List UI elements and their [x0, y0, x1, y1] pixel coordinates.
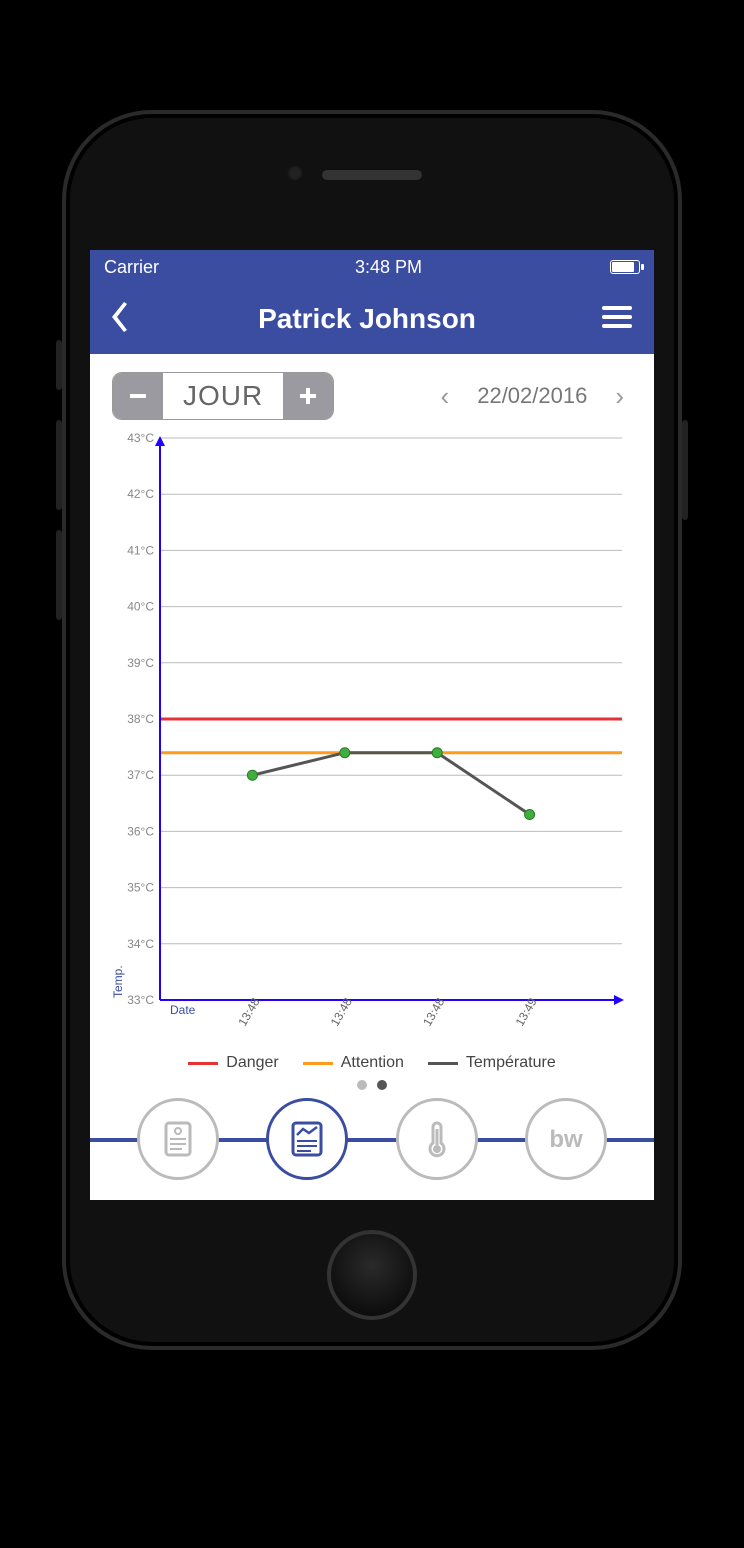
legend-swatch-danger [188, 1062, 218, 1065]
nav-bar: Patrick Johnson [90, 284, 654, 354]
phone-mute-switch [56, 340, 62, 390]
tab-thermometer[interactable] [396, 1098, 478, 1180]
svg-text:41°C: 41°C [127, 543, 154, 557]
page-dot-0[interactable] [357, 1080, 367, 1090]
svg-text:42°C: 42°C [127, 487, 154, 501]
status-bar: Carrier 3:48 PM [90, 250, 654, 284]
legend-label-danger: Danger [226, 1054, 278, 1072]
tab-profile[interactable] [137, 1098, 219, 1180]
page-title: Patrick Johnson [258, 303, 476, 335]
phone-camera [287, 165, 303, 181]
stage: Carrier 3:48 PM Patrick Johnson [0, 0, 744, 1548]
date-next-button[interactable]: › [607, 375, 632, 418]
home-button[interactable] [327, 1230, 417, 1320]
phone-vol-up [56, 420, 62, 510]
svg-text:Temp.: Temp. [111, 965, 125, 998]
date-label: 22/02/2016 [477, 383, 587, 409]
tab-chart[interactable] [266, 1098, 348, 1180]
svg-text:40°C: 40°C [127, 600, 154, 614]
tab-bar: bw [90, 1090, 654, 1200]
clock-label: 3:48 PM [355, 257, 422, 278]
range-selector: JOUR [112, 372, 334, 420]
range-minus-button[interactable] [113, 373, 163, 419]
screen: Carrier 3:48 PM Patrick Johnson [90, 250, 654, 1200]
svg-text:37°C: 37°C [127, 768, 154, 782]
battery-icon [610, 260, 640, 274]
temperature-chart[interactable]: 33°C 34°C 35°C 36°C 37°C 38°C 39°C 40°C 41°C 42°C… [110, 430, 634, 1050]
svg-text:39°C: 39°C [127, 656, 154, 670]
controls-row: JOUR ‹ 22/02/2016 › [90, 354, 654, 430]
phone-frame: Carrier 3:48 PM Patrick Johnson [62, 110, 682, 1350]
tab-bw[interactable]: bw [525, 1098, 607, 1180]
legend-item-temperature: Température [428, 1054, 556, 1072]
menu-button[interactable] [602, 306, 632, 333]
page-dot-1[interactable] [377, 1080, 387, 1090]
legend-item-danger: Danger [188, 1054, 278, 1072]
svg-text:43°C: 43°C [127, 431, 154, 445]
legend-label-attention: Attention [341, 1054, 404, 1072]
phone-speaker [322, 170, 422, 180]
phone-power [682, 420, 688, 520]
legend-swatch-attention [303, 1062, 333, 1065]
svg-text:33°C: 33°C [127, 993, 154, 1007]
chart-container: 33°C 34°C 35°C 36°C 37°C 38°C 39°C 40°C 41°C 42°C… [90, 430, 654, 1096]
svg-text:bw: bw [549, 1126, 583, 1153]
range-plus-button[interactable] [283, 373, 333, 419]
phone-vol-down [56, 530, 62, 620]
legend-swatch-temperature [428, 1062, 458, 1065]
range-label: JOUR [163, 380, 283, 412]
date-prev-button[interactable]: ‹ [433, 375, 458, 418]
carrier-label: Carrier [104, 257, 159, 278]
chart-legend: Danger Attention Température [110, 1054, 634, 1072]
svg-text:38°C: 38°C [127, 712, 154, 726]
back-button[interactable] [112, 302, 132, 337]
legend-label-temperature: Température [466, 1054, 556, 1072]
svg-text:Date: Date [170, 1003, 196, 1017]
svg-text:36°C: 36°C [127, 824, 154, 838]
legend-item-attention: Attention [303, 1054, 404, 1072]
svg-text:35°C: 35°C [127, 881, 154, 895]
date-nav: ‹ 22/02/2016 › [433, 375, 632, 418]
svg-text:34°C: 34°C [127, 937, 154, 951]
